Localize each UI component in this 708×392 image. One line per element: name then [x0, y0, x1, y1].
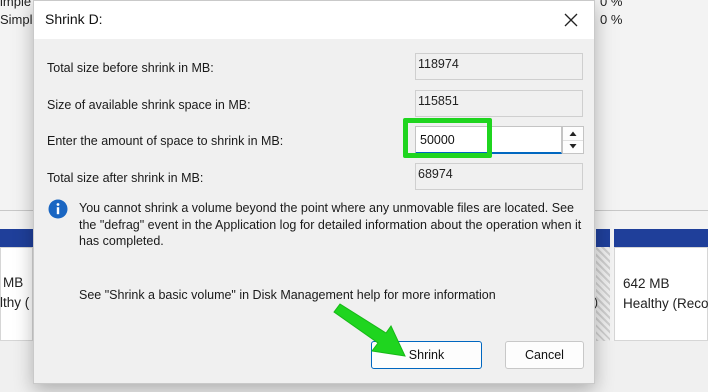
- total-before-label: Total size before shrink in MB:: [47, 61, 214, 75]
- partition-card[interactable]: [614, 247, 708, 341]
- cancel-button[interactable]: Cancel: [505, 341, 584, 369]
- spin-buttons: [562, 126, 584, 154]
- partition-color-strip: [596, 229, 610, 247]
- triangle-up-icon: [569, 131, 577, 136]
- info-message: You cannot shrink a volume beyond the po…: [79, 201, 582, 248]
- spin-up-button[interactable]: [563, 127, 583, 141]
- triangle-down-icon: [569, 144, 577, 149]
- shrink-amount-stepper[interactable]: [415, 126, 584, 154]
- dialog-titlebar[interactable]: Shrink D:: [34, 1, 594, 39]
- available-space-value: 115851: [415, 90, 583, 117]
- partition-color-strip: [614, 229, 708, 247]
- volume-free-percent: 0 %: [600, 0, 623, 9]
- shrink-button[interactable]: Shrink: [371, 341, 482, 369]
- total-before-value: 118974: [415, 53, 583, 80]
- close-icon: [564, 13, 578, 27]
- volume-list-row: imple: [0, 0, 32, 9]
- partition-card[interactable]: [0, 247, 33, 341]
- total-after-value: 68974: [415, 163, 583, 190]
- partition-status: Healthy (Reco: [623, 296, 708, 311]
- total-after-label: Total size after shrink in MB:: [47, 171, 204, 185]
- available-space-label: Size of available shrink space in MB:: [47, 98, 251, 112]
- partition-color-strip: [0, 229, 33, 247]
- partition-status: lthy (: [0, 295, 30, 310]
- partition-hatch: [596, 247, 610, 341]
- shrink-amount-input[interactable]: [415, 126, 562, 154]
- info-icon: [48, 199, 68, 219]
- partition-size: MB: [3, 275, 24, 290]
- shrink-amount-label: Enter the amount of space to shrink in M…: [47, 134, 284, 148]
- close-button[interactable]: [548, 1, 594, 39]
- partition-size: 642 MB: [623, 276, 670, 291]
- help-text: See "Shrink a basic volume" in Disk Mana…: [79, 288, 496, 302]
- volume-free-percent: 0 %: [600, 12, 623, 27]
- shrink-dialog: Shrink D: Total size before shrink in MB…: [33, 0, 595, 384]
- dialog-title: Shrink D:: [45, 11, 103, 27]
- volume-list-row: Simpl: [0, 12, 33, 27]
- spin-down-button[interactable]: [563, 140, 583, 153]
